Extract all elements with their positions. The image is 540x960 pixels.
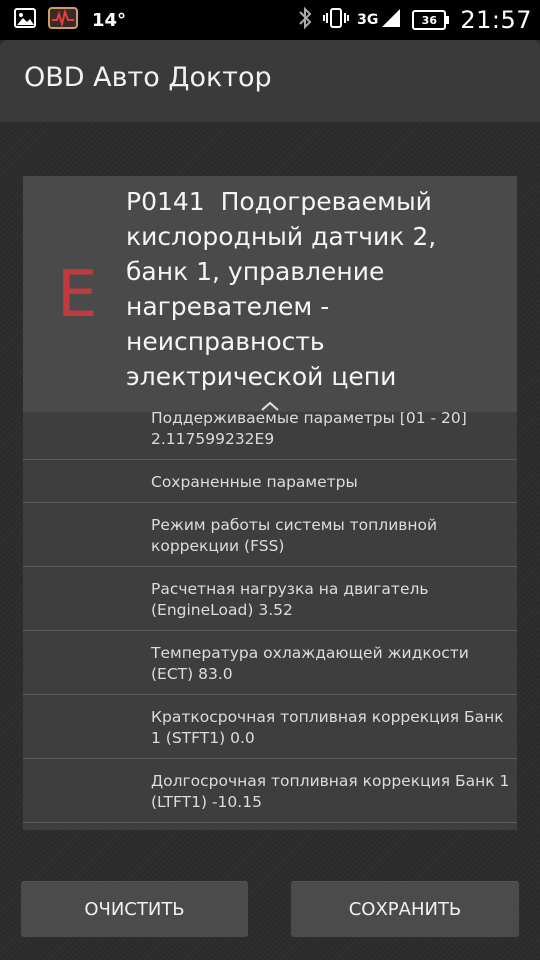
list-item-text: Расчетная нагрузка на двигатель (EngineL… xyxy=(151,580,429,619)
status-bar-right: 3G 36 21:57 xyxy=(297,6,532,34)
action-bar: OBD Авто Доктор xyxy=(0,40,540,122)
clock: 21:57 xyxy=(460,6,532,34)
vibrate-icon xyxy=(323,7,350,33)
list-item-text: Долгосрочная топливная коррекция Банк 1 … xyxy=(151,772,510,811)
list-item[interactable]: Краткосрочная топливная коррекция Банк 1… xyxy=(23,695,517,759)
battery-indicator: 36 xyxy=(412,10,450,30)
app-title: OBD Авто Доктор xyxy=(24,62,272,93)
save-button[interactable]: СОХРАНИТЬ xyxy=(291,881,519,937)
chevron-up-icon[interactable] xyxy=(259,398,281,412)
trouble-code-title: P0141 Подогреваемый кислородный датчик 2… xyxy=(126,187,445,391)
list-item-text: Сохраненные параметры xyxy=(151,473,358,491)
list-item[interactable]: Долгосрочная топливная коррекция Банк 1 … xyxy=(23,759,517,823)
app-monitor-icon xyxy=(48,7,78,33)
clear-button[interactable]: ОЧИСТИТЬ xyxy=(21,881,248,937)
list-item[interactable]: Сохраненные параметры xyxy=(23,460,517,503)
signal-icon xyxy=(380,7,402,33)
weather-temperature: 14° xyxy=(92,9,127,31)
list-item-text: Режим работы системы топливной коррекции… xyxy=(151,516,438,555)
code-type-letter: E xyxy=(57,258,98,332)
trouble-code-header[interactable]: E P0141 Подогреваемый кислородный датчик… xyxy=(23,176,517,412)
list-item[interactable]: Температура охлаждающей жидкости (ECT) 8… xyxy=(23,631,517,695)
list-item[interactable]: Расчетная нагрузка на двигатель (EngineL… xyxy=(23,567,517,631)
list-item-text: Поддерживаемые параметры [01 - 20] 2.117… xyxy=(151,412,467,448)
list-item-text: Температура охлаждающей жидкости (ECT) 8… xyxy=(151,644,469,683)
gallery-icon xyxy=(14,8,36,32)
bluetooth-icon xyxy=(297,6,313,34)
list-item[interactable]: Поддерживаемые параметры [01 - 20] 2.117… xyxy=(23,412,517,460)
list-item-text: Краткосрочная топливная коррекция Банк 1… xyxy=(151,708,504,747)
parameter-list[interactable]: Поддерживаемые параметры [01 - 20] 2.117… xyxy=(23,412,517,830)
list-item[interactable]: Режим работы системы топливной коррекции… xyxy=(23,503,517,567)
network-type: 3G xyxy=(357,12,379,28)
status-bar: 14° 3G 36 21:57 xyxy=(0,0,540,40)
status-bar-left: 14° xyxy=(14,7,127,33)
